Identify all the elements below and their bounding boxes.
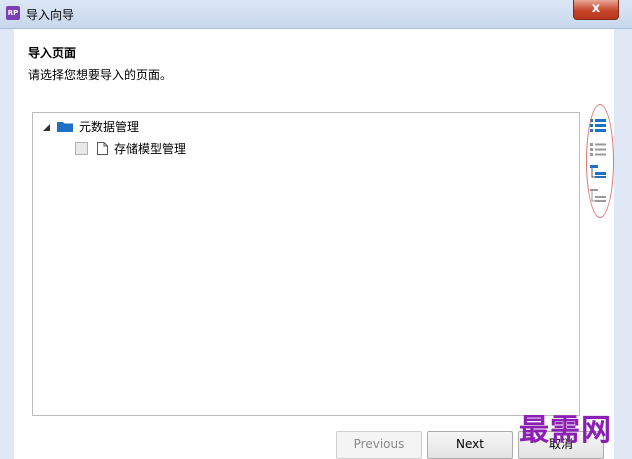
watermark-text: 最需网: [519, 413, 612, 448]
collapse-triangle-icon[interactable]: [41, 121, 51, 131]
close-button[interactable]: x: [573, 0, 619, 20]
annotation-ellipse: [586, 104, 614, 218]
app-logo-icon: RP: [6, 6, 20, 20]
title-bar: RP 导入向导 x: [0, 0, 632, 29]
window-title: 导入向导: [26, 8, 75, 22]
page-icon: [97, 141, 108, 155]
page-subheading: 请选择您想要导入的页面。: [28, 68, 173, 82]
page-checkbox[interactable]: [75, 141, 88, 155]
next-button[interactable]: Next: [427, 431, 513, 459]
tree-item-label: 存储模型管理: [114, 141, 187, 156]
tree-item-label: 元数据管理: [79, 119, 140, 134]
previous-button[interactable]: Previous: [336, 431, 422, 459]
tree-item-root[interactable]: 元数据管理: [41, 117, 139, 135]
page-heading: 导入页面: [28, 46, 77, 60]
page-tree[interactable]: 元数据管理 存储模型管理: [32, 112, 580, 416]
tree-item-child[interactable]: 存储模型管理: [75, 139, 186, 157]
folder-icon: [57, 121, 73, 132]
